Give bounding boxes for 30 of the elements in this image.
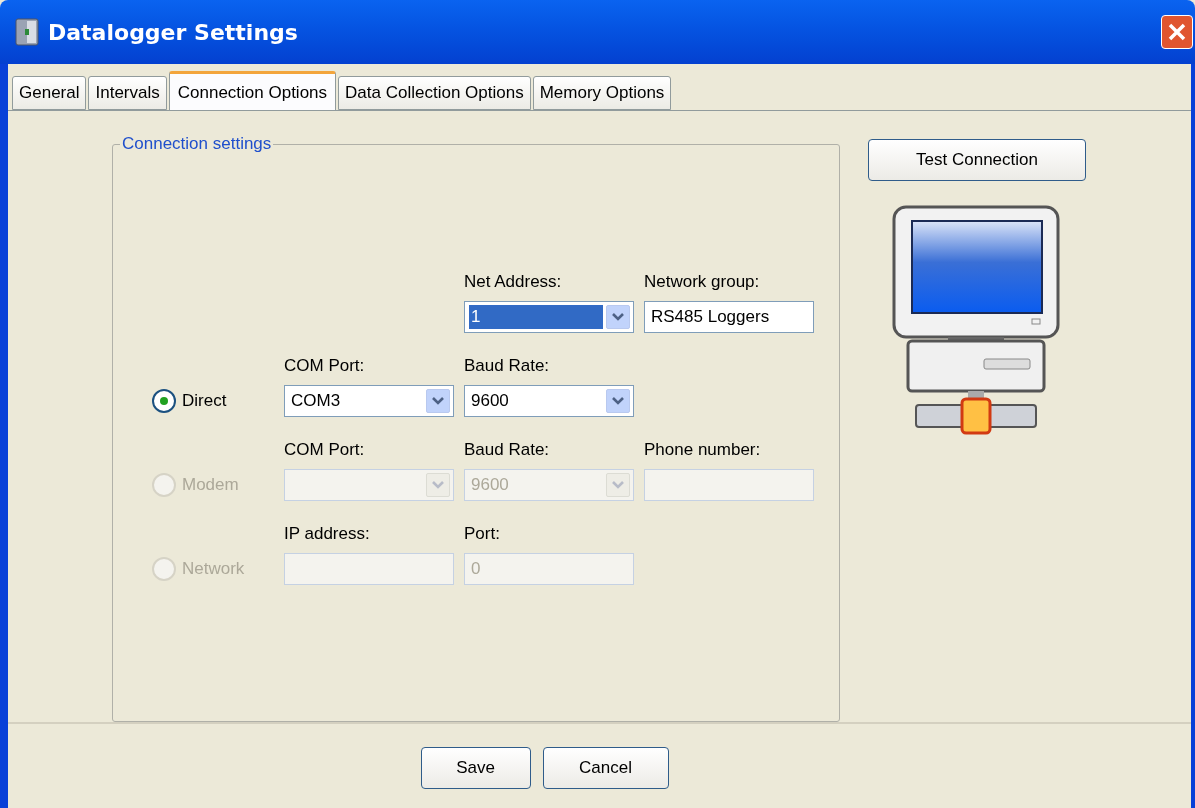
field-label: Baud Rate: xyxy=(464,439,551,461)
window-title: Datalogger Settings xyxy=(48,18,298,47)
dropdown[interactable] xyxy=(284,469,454,501)
tab[interactable]: Data Collection Options xyxy=(338,76,531,110)
field-label: COM Port: xyxy=(284,355,366,377)
dialog-button[interactable]: Cancel xyxy=(542,747,669,789)
dropdown[interactable]: COM3 xyxy=(284,385,454,417)
dialog-button[interactable]: Save xyxy=(420,747,531,789)
field-label: COM Port: xyxy=(284,439,366,461)
dropdown[interactable]: 1 xyxy=(464,301,634,333)
window-icon xyxy=(14,17,40,47)
tab[interactable]: Memory Options xyxy=(532,76,672,110)
radio-button[interactable]: Direct xyxy=(134,388,274,414)
close-button[interactable] xyxy=(1161,15,1193,49)
input-field[interactable] xyxy=(284,553,454,585)
tab[interactable]: General xyxy=(12,76,87,110)
field-label: Network group: xyxy=(644,271,761,293)
close-icon xyxy=(1167,22,1187,42)
field-label: Phone number: xyxy=(644,439,762,461)
tab[interactable]: Intervals xyxy=(88,76,167,110)
networked-computer-icon xyxy=(892,205,1062,437)
tab[interactable]: Connection Options xyxy=(168,71,337,111)
test-connection-button[interactable]: Test Connection xyxy=(868,139,1086,181)
input-field[interactable] xyxy=(644,469,814,501)
field-label: Net Address: xyxy=(464,271,563,293)
input-field[interactable]: RS485 Loggers xyxy=(644,301,814,333)
dropdown[interactable]: 9600 xyxy=(464,385,634,417)
field-label: IP address: xyxy=(284,523,371,545)
field-label: Port: xyxy=(464,523,501,545)
field-label: Baud Rate: xyxy=(464,355,551,377)
